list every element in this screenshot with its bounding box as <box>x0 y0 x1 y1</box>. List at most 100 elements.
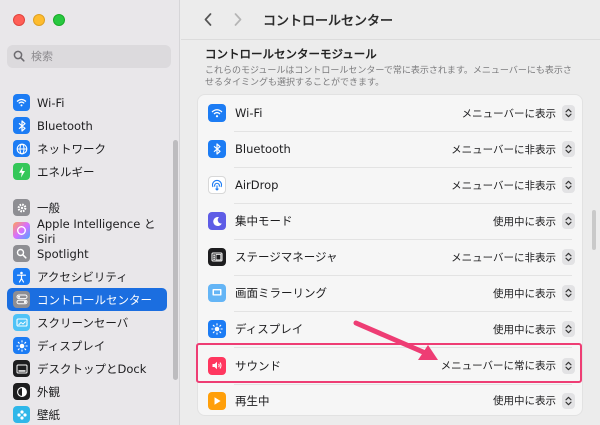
zoom-button[interactable] <box>53 14 65 26</box>
airdrop-icon <box>208 176 226 194</box>
chevron-up-down-icon[interactable] <box>562 141 575 157</box>
sidebar-item-desktop-dock[interactable]: デスクトップとDock <box>7 357 167 380</box>
sidebar-item-display[interactable]: ディスプレイ <box>7 334 167 357</box>
globe-icon <box>13 140 30 157</box>
sidebar-item-appearance[interactable]: 外観 <box>7 380 167 403</box>
sun-icon <box>13 337 30 354</box>
section-description: これらのモジュールはコントロールセンターで常に表示されます。メニューバーにも表示… <box>205 66 572 89</box>
sidebar-item-label: ネットワーク <box>37 141 106 156</box>
module-label: Bluetooth <box>235 142 291 156</box>
search-icon <box>13 47 25 66</box>
chevron-up-down-icon[interactable] <box>562 285 575 301</box>
chevron-up-down-icon[interactable] <box>562 213 575 229</box>
bluetooth-icon <box>13 117 30 134</box>
main-pane: コントロールセンター コントロールセンターモジュール これらのモジュールはコント… <box>181 0 600 425</box>
page-title: コントロールセンター <box>263 14 394 29</box>
forward-button[interactable] <box>229 10 247 30</box>
gear-icon <box>13 199 30 216</box>
chevron-up-down-icon[interactable] <box>562 249 575 265</box>
sidebar-item-control-center[interactable]: コントロールセンター <box>7 288 167 311</box>
sidebar-item-accessibility[interactable]: アクセシビリティ <box>7 265 167 288</box>
accessibility-icon <box>13 268 30 285</box>
sidebar-item-label: デスクトップとDock <box>37 361 147 376</box>
module-visibility-select[interactable]: 使用中に表示 <box>493 393 556 408</box>
module-visibility-select[interactable]: 使用中に表示 <box>493 286 556 301</box>
sidebar-item-apple-intelligence[interactable]: Apple Intelligence とSiri <box>7 217 167 246</box>
sidebar-item-screensaver[interactable]: スクリーンセーバ <box>7 311 167 334</box>
wifi-icon <box>208 104 226 122</box>
sidebar-item-label: Bluetooth <box>37 118 93 133</box>
sidebar-item-wifi[interactable]: Wi-Fi <box>7 91 167 114</box>
mirroring-icon <box>208 284 226 302</box>
search-field[interactable] <box>7 45 171 68</box>
module-row-airdrop: AirDrop メニューバーに非表示 <box>198 167 584 203</box>
main-scrollbar[interactable] <box>592 210 596 250</box>
speaker-icon <box>208 356 226 375</box>
sidebar-item-label: Spotlight <box>37 246 89 261</box>
sun-icon <box>208 320 226 338</box>
dock-icon <box>13 360 30 377</box>
siri-icon <box>13 222 30 239</box>
battery-icon <box>13 163 30 180</box>
module-visibility-select[interactable]: 使用中に表示 <box>493 214 556 229</box>
module-visibility-select[interactable]: メニューバーに表示 <box>462 106 556 121</box>
module-row-focus: 集中モード 使用中に表示 <box>198 203 584 239</box>
module-visibility-select[interactable]: メニューバーに非表示 <box>451 142 556 157</box>
module-row-screen-mirroring: 画面ミラーリング 使用中に表示 <box>198 275 584 311</box>
sidebar-item-energy[interactable]: エネルギー <box>7 160 167 183</box>
play-icon <box>208 391 226 410</box>
module-label: 画面ミラーリング <box>235 286 327 300</box>
module-row-display: ディスプレイ 使用中に表示 <box>198 311 584 347</box>
sidebar-item-label: アクセシビリティ <box>37 269 128 284</box>
stage-manager-icon <box>208 248 226 266</box>
modules-list: Wi-Fi メニューバーに表示 Bluetooth メニューバーに非表示 Air… <box>197 94 583 416</box>
chevron-up-down-icon[interactable] <box>562 177 575 193</box>
moon-icon <box>208 212 226 230</box>
search-input[interactable] <box>31 50 161 63</box>
chevron-right-icon <box>234 13 242 26</box>
module-label: 集中モード <box>235 214 293 228</box>
module-row-now-playing: 再生中 使用中に表示 <box>198 384 584 417</box>
sidebar-item-label: Apple Intelligence とSiri <box>37 216 156 246</box>
back-button[interactable] <box>199 10 217 30</box>
sidebar-item-label: 壁紙 <box>37 407 60 422</box>
sidebar-item-label: 一般 <box>37 200 60 215</box>
module-label: サウンド <box>235 358 281 373</box>
minimize-button[interactable] <box>33 14 45 26</box>
module-row-sound: サウンド メニューバーに常に表示 <box>198 347 584 384</box>
toolbar: コントロールセンター <box>181 0 600 40</box>
sidebar-item-network[interactable]: ネットワーク <box>7 137 167 160</box>
chevron-up-down-icon[interactable] <box>562 392 575 409</box>
sidebar-item-label: ディスプレイ <box>37 338 106 353</box>
module-row-wifi: Wi-Fi メニューバーに表示 <box>198 95 584 131</box>
window-controls <box>13 14 65 26</box>
chevron-up-down-icon[interactable] <box>562 105 575 121</box>
close-button[interactable] <box>13 14 25 26</box>
appearance-icon <box>13 383 30 400</box>
section-title: コントロールセンターモジュール <box>205 47 377 61</box>
sidebar-item-label: スクリーンセーバ <box>37 315 129 330</box>
sidebar-group-system: 一般 Apple Intelligence とSiri Spotlight アク… <box>7 196 167 425</box>
screensaver-icon <box>13 314 30 331</box>
module-visibility-select[interactable]: メニューバーに非表示 <box>451 250 556 265</box>
module-row-bluetooth: Bluetooth メニューバーに非表示 <box>198 131 584 167</box>
chevron-up-down-icon[interactable] <box>562 321 575 337</box>
section-header: コントロールセンターモジュール これらのモジュールはコントロールセンターで常に表… <box>205 46 585 89</box>
sidebar-item-bluetooth[interactable]: Bluetooth <box>7 114 167 137</box>
module-label: Wi-Fi <box>235 106 263 120</box>
sidebar-item-label: コントロールセンター <box>37 292 152 307</box>
sidebar: Wi-Fi Bluetooth ネットワーク エネルギー 一般 <box>0 0 180 425</box>
module-visibility-select[interactable]: メニューバーに非表示 <box>451 178 556 193</box>
sidebar-item-label: Wi-Fi <box>37 95 65 110</box>
module-label: ディスプレイ <box>235 322 304 336</box>
sidebar-scrollbar[interactable] <box>173 140 178 380</box>
sidebar-item-wallpaper[interactable]: 壁紙 <box>7 403 167 425</box>
module-visibility-select[interactable]: 使用中に表示 <box>493 322 556 337</box>
wifi-icon <box>13 94 30 111</box>
chevron-up-down-icon[interactable] <box>562 357 575 374</box>
sidebar-group-network: Wi-Fi Bluetooth ネットワーク エネルギー <box>7 91 167 183</box>
chevron-left-icon <box>204 13 212 26</box>
wallpaper-icon <box>13 406 30 423</box>
sidebar-item-label: 外観 <box>37 384 60 399</box>
module-visibility-select[interactable]: メニューバーに常に表示 <box>441 358 556 373</box>
